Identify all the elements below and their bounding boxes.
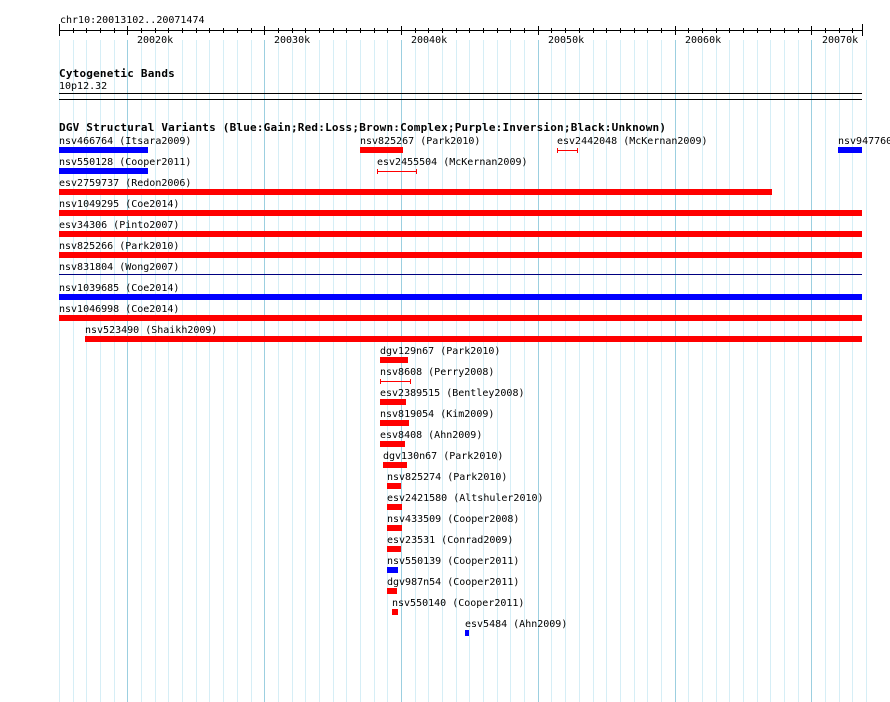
dgv-feature-label[interactable]: nsv433509 (Cooper2008) [387, 514, 519, 525]
dgv-feature-bracket[interactable] [377, 169, 417, 174]
dgv-feature-label[interactable]: nsv825267 (Park2010) [360, 136, 480, 147]
dgv-feature-bar[interactable] [387, 567, 398, 573]
dgv-feature-label[interactable]: esv34306 (Pinto2007) [59, 220, 179, 231]
ruler-title: chr10:20013102..20071474 [60, 15, 205, 26]
dgv-feature-bar[interactable] [59, 252, 862, 258]
dgv-feature-label[interactable]: nsv1039685 (Coe2014) [59, 283, 179, 294]
dgv-feature-bar[interactable] [85, 336, 862, 342]
dgv-feature-bar[interactable] [380, 441, 405, 447]
cytoband-track-title: Cytogenetic Bands [59, 67, 175, 80]
dgv-feature-label[interactable]: nsv825274 (Park2010) [387, 472, 507, 483]
dgv-feature-bar[interactable] [59, 147, 148, 153]
dgv-feature-bar[interactable] [59, 210, 862, 216]
dgv-feature-label[interactable]: nsv550128 (Cooper2011) [59, 157, 191, 168]
dgv-feature-bar[interactable] [380, 399, 406, 405]
dgv-feature-bar[interactable] [838, 147, 862, 153]
dgv-feature-label[interactable]: nsv550139 (Cooper2011) [387, 556, 519, 567]
dgv-feature-bar[interactable] [360, 147, 403, 153]
dgv-feature-bar[interactable] [387, 504, 402, 510]
dgv-feature-bracket[interactable] [380, 379, 411, 384]
dgv-feature-label[interactable]: dgv129n67 (Park2010) [380, 346, 500, 357]
dgv-feature-label[interactable]: nsv1049295 (Coe2014) [59, 199, 179, 210]
dgv-feature-label[interactable]: dgv987n54 (Cooper2011) [387, 577, 519, 588]
dgv-feature-label[interactable]: nsv947760 [838, 136, 890, 147]
dgv-feature-label[interactable]: esv2421580 (Altshuler2010) [387, 493, 544, 504]
dgv-feature-label[interactable]: esv5484 (Ahn2009) [465, 619, 567, 630]
dgv-feature-bar[interactable] [392, 609, 398, 615]
dgv-feature-bar[interactable] [387, 546, 401, 552]
dgv-feature-label[interactable]: nsv523490 (Shaikh2009) [85, 325, 217, 336]
dgv-feature-bar[interactable] [59, 294, 862, 300]
ruler-tick-label: 20050k [548, 35, 585, 46]
dgv-feature-label[interactable]: nsv825266 (Park2010) [59, 241, 179, 252]
dgv-feature-label[interactable]: esv2759737 (Redon2006) [59, 178, 191, 189]
dgv-feature-bracket[interactable] [557, 148, 578, 153]
dgv-feature-bar[interactable] [59, 168, 148, 174]
cytoband-bar-top [59, 93, 862, 94]
dgv-feature-bar[interactable] [59, 189, 772, 195]
dgv-feature-bar[interactable] [387, 588, 397, 594]
genome-browser-panel: chr10:20013102..20071474 20020k 20030k 200… [0, 0, 890, 702]
ruler-tick-label: 20040k [411, 35, 448, 46]
cytoband-bar-bottom [59, 99, 862, 100]
dgv-feature-line[interactable] [59, 274, 862, 275]
dgv-feature-bar[interactable] [387, 483, 401, 489]
ruler-tick-label: 20030k [274, 35, 311, 46]
dgv-feature-bar[interactable] [380, 357, 408, 363]
dgv-feature-label[interactable]: nsv8608 (Perry2008) [380, 367, 494, 378]
dgv-feature-bar[interactable] [387, 525, 402, 531]
dgv-feature-label[interactable]: nsv550140 (Cooper2011) [392, 598, 524, 609]
dgv-feature-label[interactable]: esv2442048 (McKernan2009) [557, 136, 708, 147]
dgv-feature-label[interactable]: dgv130n67 (Park2010) [383, 451, 503, 462]
ruler-tick-label: 20060k [685, 35, 722, 46]
ruler-tick-label: 20020k [137, 35, 174, 46]
dgv-track-title: DGV Structural Variants (Blue:Gain;Red:L… [59, 121, 667, 134]
ruler-tick-label: 20070k [822, 35, 859, 46]
dgv-feature-label[interactable]: nsv831804 (Wong2007) [59, 262, 179, 273]
dgv-feature-bar[interactable] [59, 231, 862, 237]
cytoband-name: 10p12.32 [59, 81, 108, 92]
dgv-feature-label[interactable]: nsv1046998 (Coe2014) [59, 304, 179, 315]
dgv-feature-label[interactable]: nsv819054 (Kim2009) [380, 409, 494, 420]
dgv-feature-label[interactable]: nsv466764 (Itsara2009) [59, 136, 191, 147]
dgv-feature-bar[interactable] [59, 315, 862, 321]
dgv-feature-label[interactable]: esv8408 (Ahn2009) [380, 430, 482, 441]
dgv-feature-bar[interactable] [383, 462, 407, 468]
dgv-feature-bar[interactable] [380, 420, 409, 426]
dgv-feature-label[interactable]: esv2455504 (McKernan2009) [377, 157, 528, 168]
dgv-feature-bar[interactable] [465, 630, 469, 636]
dgv-feature-label[interactable]: esv2389515 (Bentley2008) [380, 388, 525, 399]
dgv-feature-label[interactable]: esv23531 (Conrad2009) [387, 535, 513, 546]
